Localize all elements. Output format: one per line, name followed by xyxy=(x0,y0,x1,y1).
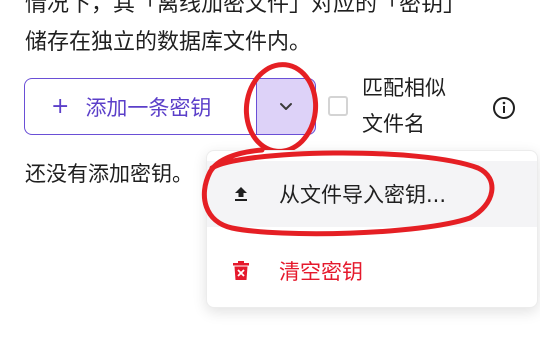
match-similar-label: 匹配相似 文件名 xyxy=(362,70,446,142)
menu-item-import-label: 从文件导入密钥... xyxy=(279,183,447,207)
empty-state-text: 还没有添加密钥。 xyxy=(25,162,193,186)
menu-item-clear-label: 清空密钥 xyxy=(279,260,363,284)
add-key-button[interactable]: + 添加一条密钥 xyxy=(24,78,256,135)
intro-text: 情况下，其「离线加密文件」对应的「密钥」 储存在独立的数据库文件内。 xyxy=(25,0,535,62)
match-similar-checkbox[interactable] xyxy=(328,96,348,116)
more-actions-dropdown-button[interactable] xyxy=(256,78,316,135)
chevron-down-icon xyxy=(280,102,292,110)
match-similar-label-line-2: 文件名 xyxy=(362,112,425,136)
trash-icon xyxy=(229,259,253,283)
menu-item-clear-keys[interactable]: 清空密钥 xyxy=(207,239,537,303)
info-icon[interactable] xyxy=(492,96,516,120)
page: 情况下，其「离线加密文件」对应的「密钥」 储存在独立的数据库文件内。 + 添加一… xyxy=(0,0,540,337)
menu-item-import-keys[interactable]: 从文件导入密钥... xyxy=(207,161,537,227)
add-key-label: 添加一条密钥 xyxy=(85,95,212,120)
intro-line-2: 储存在独立的数据库文件内。 xyxy=(25,30,312,55)
plus-icon: + xyxy=(51,93,70,119)
match-similar-label-line-1: 匹配相似 xyxy=(362,76,446,100)
intro-line-1: 情况下，其「离线加密文件」对应的「密钥」 xyxy=(25,0,466,17)
upload-icon xyxy=(229,182,253,206)
dropdown-menu: 从文件导入密钥... 清空密钥 xyxy=(206,150,538,308)
